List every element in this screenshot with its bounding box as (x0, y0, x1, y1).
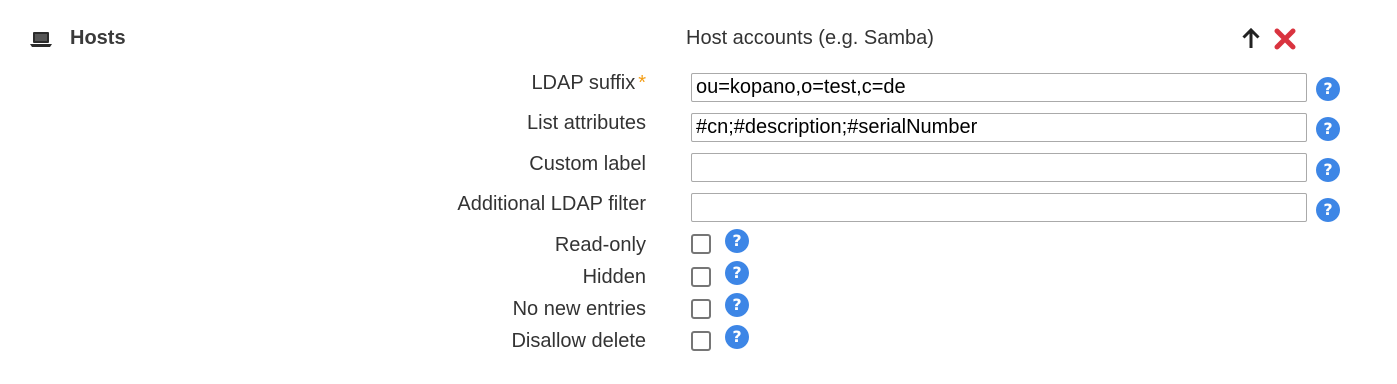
account-type-description: Host accounts (e.g. Samba) (686, 27, 934, 49)
account-type-title: Hosts (70, 27, 126, 49)
list-attributes-input[interactable] (691, 113, 1307, 142)
hidden-label: Hidden (582, 266, 646, 288)
list-attributes-label: List attributes (527, 112, 646, 134)
custom-label-label: Custom label (529, 153, 646, 175)
no-new-entries-checkbox[interactable] (691, 299, 711, 319)
additional-ldap-filter-input[interactable] (691, 193, 1307, 222)
disallow-delete-checkbox[interactable] (691, 331, 711, 351)
read-only-label: Read-only (554, 234, 646, 256)
additional-ldap-filter-label: Additional LDAP filter (457, 193, 646, 215)
disallow-delete-label: Disallow delete (511, 330, 646, 352)
ldap-suffix-label: LDAP suffix * (531, 71, 646, 95)
hidden-help-icon[interactable]: ? (725, 261, 749, 285)
laptop-icon (30, 31, 52, 48)
read-only-help-icon[interactable]: ? (725, 229, 749, 253)
remove-button[interactable] (1272, 26, 1298, 52)
ldap-suffix-input[interactable] (691, 73, 1307, 102)
ldap-suffix-label-text: LDAP suffix (531, 72, 636, 94)
move-up-button[interactable] (1238, 26, 1264, 52)
list-attributes-help-icon[interactable]: ? (1316, 117, 1340, 141)
read-only-checkbox[interactable] (691, 234, 711, 254)
no-new-entries-help-icon[interactable]: ? (725, 293, 749, 317)
red-x-icon (1274, 28, 1296, 50)
required-marker: * (638, 72, 646, 94)
disallow-delete-help-icon[interactable]: ? (725, 325, 749, 349)
custom-label-help-icon[interactable]: ? (1316, 158, 1340, 182)
ldap-suffix-help-icon[interactable]: ? (1316, 77, 1340, 101)
hidden-checkbox[interactable] (691, 267, 711, 287)
additional-ldap-filter-help-icon[interactable]: ? (1316, 198, 1340, 222)
custom-label-input[interactable] (691, 153, 1307, 182)
arrow-up-icon (1242, 27, 1260, 48)
no-new-entries-label: No new entries (512, 298, 646, 320)
